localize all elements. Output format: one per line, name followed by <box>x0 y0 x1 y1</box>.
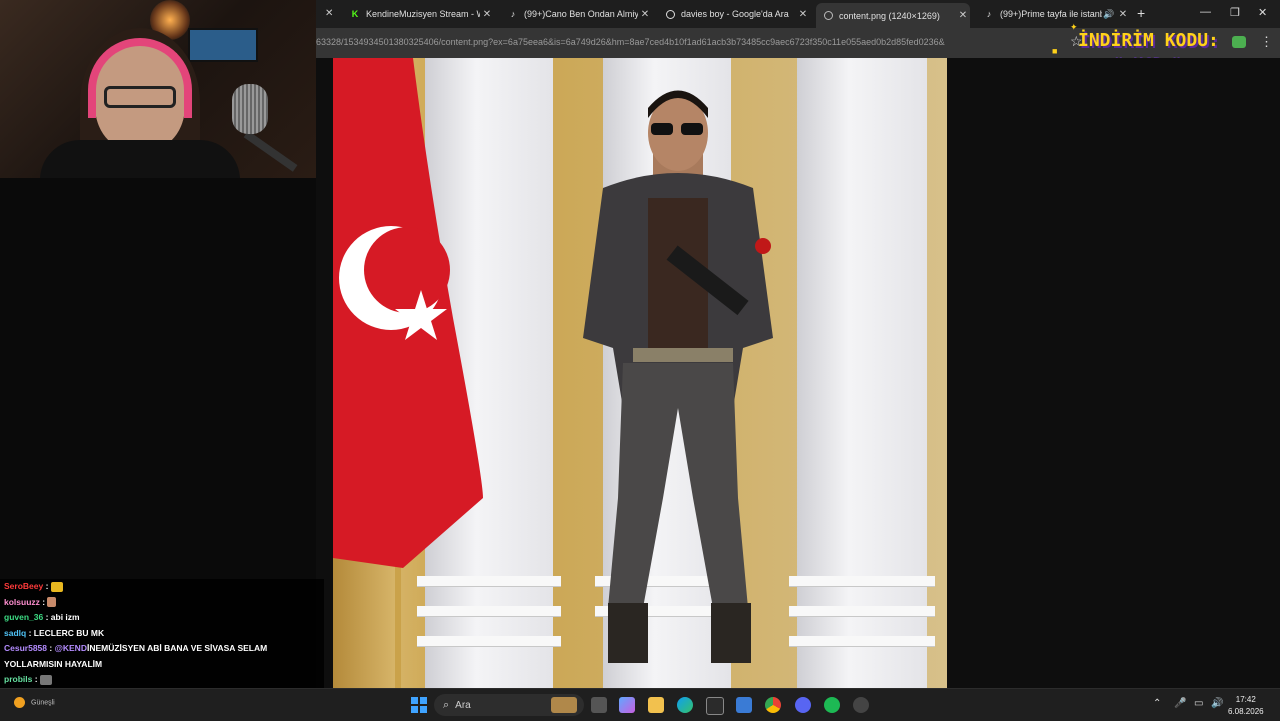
chat-message: guven_36 : abi izm <box>4 612 80 622</box>
streamer-body <box>40 140 240 178</box>
turkish-flag <box>333 58 483 568</box>
chat-text: YOLLARMISIN HAYALİM <box>4 658 103 669</box>
gold-emote-icon <box>50 581 63 592</box>
extension-icon[interactable] <box>1232 36 1246 48</box>
pillar-step <box>417 576 561 587</box>
close-tab-icon[interactable]: ✕ <box>325 8 333 19</box>
search-highlight-icon[interactable] <box>551 697 577 713</box>
tab-tiktok-prime[interactable]: ♪ (99+)Prime tayfa ile istanbu 🔊 ✕ <box>976 3 1130 25</box>
file-explorer-icon[interactable] <box>648 697 664 713</box>
background-monitor <box>188 28 258 62</box>
pillar-step <box>417 606 561 617</box>
url-text[interactable]: 63328/1534934501380325406/content.png?ex… <box>316 37 945 47</box>
search-icon: ⌕ <box>443 698 450 711</box>
chat-text: LECLERC BU MK <box>33 627 105 638</box>
soldier-figure <box>583 90 773 663</box>
mail-icon[interactable] <box>736 697 752 713</box>
close-tab-icon[interactable]: ✕ <box>956 10 970 21</box>
taskbar-clock[interactable]: 17:42 6.08.2026 <box>1228 694 1264 718</box>
kick-icon: K <box>351 9 359 19</box>
minimize-icon[interactable]: — <box>1200 6 1211 18</box>
pillar <box>789 58 935 688</box>
discord-icon[interactable] <box>795 697 811 713</box>
tab-title: KendineMuzisyen Stream - Wa <box>366 9 480 19</box>
glasses <box>104 86 176 108</box>
edge-icon[interactable] <box>677 697 693 713</box>
google-icon <box>666 9 675 19</box>
chat-username: guven_36 <box>4 612 44 622</box>
tab-content-png[interactable]: content.png (1240×1269) ✕ <box>816 3 970 28</box>
chat-message: kolsuuzz : <box>0 595 324 611</box>
chat-username: Cesur5858 <box>4 643 48 653</box>
tab-kick-stream[interactable]: K KendineMuzisyen Stream - Wa ✕ <box>342 3 494 25</box>
microphone-icon[interactable]: 🎤 <box>1174 698 1186 709</box>
chat-username: SeroBeey <box>4 581 44 591</box>
gray-emote-icon <box>39 674 52 685</box>
close-tab-icon[interactable]: ✕ <box>1116 9 1130 20</box>
sparkle-icon: ✦ <box>1070 22 1078 32</box>
clock-date: 6.08.2026 <box>1228 707 1264 716</box>
spotify-icon[interactable] <box>824 697 840 713</box>
tab-title: (99+)Prime tayfa ile istanbu <box>1000 9 1102 19</box>
pillar-step <box>417 636 561 647</box>
close-tab-icon[interactable]: ✕ <box>480 9 494 20</box>
weather-widget[interactable]: Güneşli <box>14 697 55 708</box>
restore-icon[interactable]: ❐ <box>1230 6 1240 19</box>
windows-taskbar: ⌕ Ara ⌃ 🎤 ▭ 🔊 17:42 6.08.2026 <box>0 688 1280 721</box>
chat-overlay: SeroBeey : kolsuuzz : guven_36 : abi izm… <box>0 579 324 701</box>
chat-message: YOLLARMISIN HAYALİM <box>0 657 324 673</box>
task-view-icon[interactable] <box>591 697 607 713</box>
chat-text: İNEMÜZİSYEN ABİ BANA VE SİVASA SELAM <box>86 643 268 653</box>
app-icon[interactable] <box>853 697 869 713</box>
microphone <box>232 84 268 134</box>
network-icon[interactable]: ▭ <box>1194 698 1203 709</box>
chat-message: probils : <box>0 672 324 688</box>
tab-title: content.png (1240×1269) <box>839 10 940 21</box>
sparkle-icon: ■ <box>1052 46 1058 56</box>
chat-mention: @KEND <box>54 643 87 653</box>
chat-username: probils <box>4 674 33 684</box>
chat-message: SeroBeey : <box>0 579 324 595</box>
pillar-step <box>789 636 935 647</box>
chat-message: Cesur5858 : @KENDİNEMÜZİSYEN ABİ BANA VE… <box>4 643 268 653</box>
chrome-icon[interactable] <box>765 697 781 713</box>
tab-title: (99+)Cano Ben Ondan Almiyim <box>524 9 638 19</box>
mic-arm <box>243 130 298 172</box>
sun-icon <box>14 697 25 708</box>
tiktok-icon: ♪ <box>986 9 992 19</box>
tab-tiktok-cano[interactable]: ♪ (99+)Cano Ben Ondan Almiyim ✕ <box>500 3 652 25</box>
windows-start-icon[interactable] <box>411 697 427 713</box>
globe-icon <box>824 11 833 20</box>
close-tab-icon[interactable]: ✕ <box>638 9 652 20</box>
close-tab-icon[interactable]: ✕ <box>796 9 810 20</box>
speaker-icon[interactable]: 🔊 <box>1102 9 1116 20</box>
new-tab-button[interactable]: + <box>1137 5 1145 21</box>
webcam-feed <box>0 0 316 178</box>
content-image[interactable] <box>333 58 947 688</box>
pillar-step <box>789 576 935 587</box>
weather-label: Güneşli <box>31 699 55 707</box>
tab-google-search[interactable]: davies boy - Google'da Ara ✕ <box>658 3 810 25</box>
close-window-icon[interactable]: ✕ <box>1258 6 1267 19</box>
chat-username: kolsuuzz <box>4 596 40 607</box>
search-placeholder: Ara <box>455 699 471 711</box>
clock-time: 17:42 <box>1235 695 1256 704</box>
tiktok-icon: ♪ <box>510 9 516 19</box>
chevron-up-icon[interactable]: ⌃ <box>1153 698 1161 709</box>
copilot-icon[interactable] <box>619 697 635 713</box>
chat-text: abi izm <box>50 612 80 622</box>
chat-username: sadlq <box>4 627 27 638</box>
volume-icon[interactable]: 🔊 <box>1211 698 1223 709</box>
store-icon[interactable] <box>706 697 724 715</box>
menu-kebab-icon[interactable]: ⋮ <box>1260 34 1273 50</box>
pillar-step <box>789 606 935 617</box>
hand-emote-icon <box>47 597 57 608</box>
tab-title: davies boy - Google'da Ara <box>681 9 789 19</box>
promo-code-title: İNDİRİM KODU: <box>1078 30 1219 51</box>
chat-message: sadlq : LECLERC BU MK <box>4 627 105 638</box>
